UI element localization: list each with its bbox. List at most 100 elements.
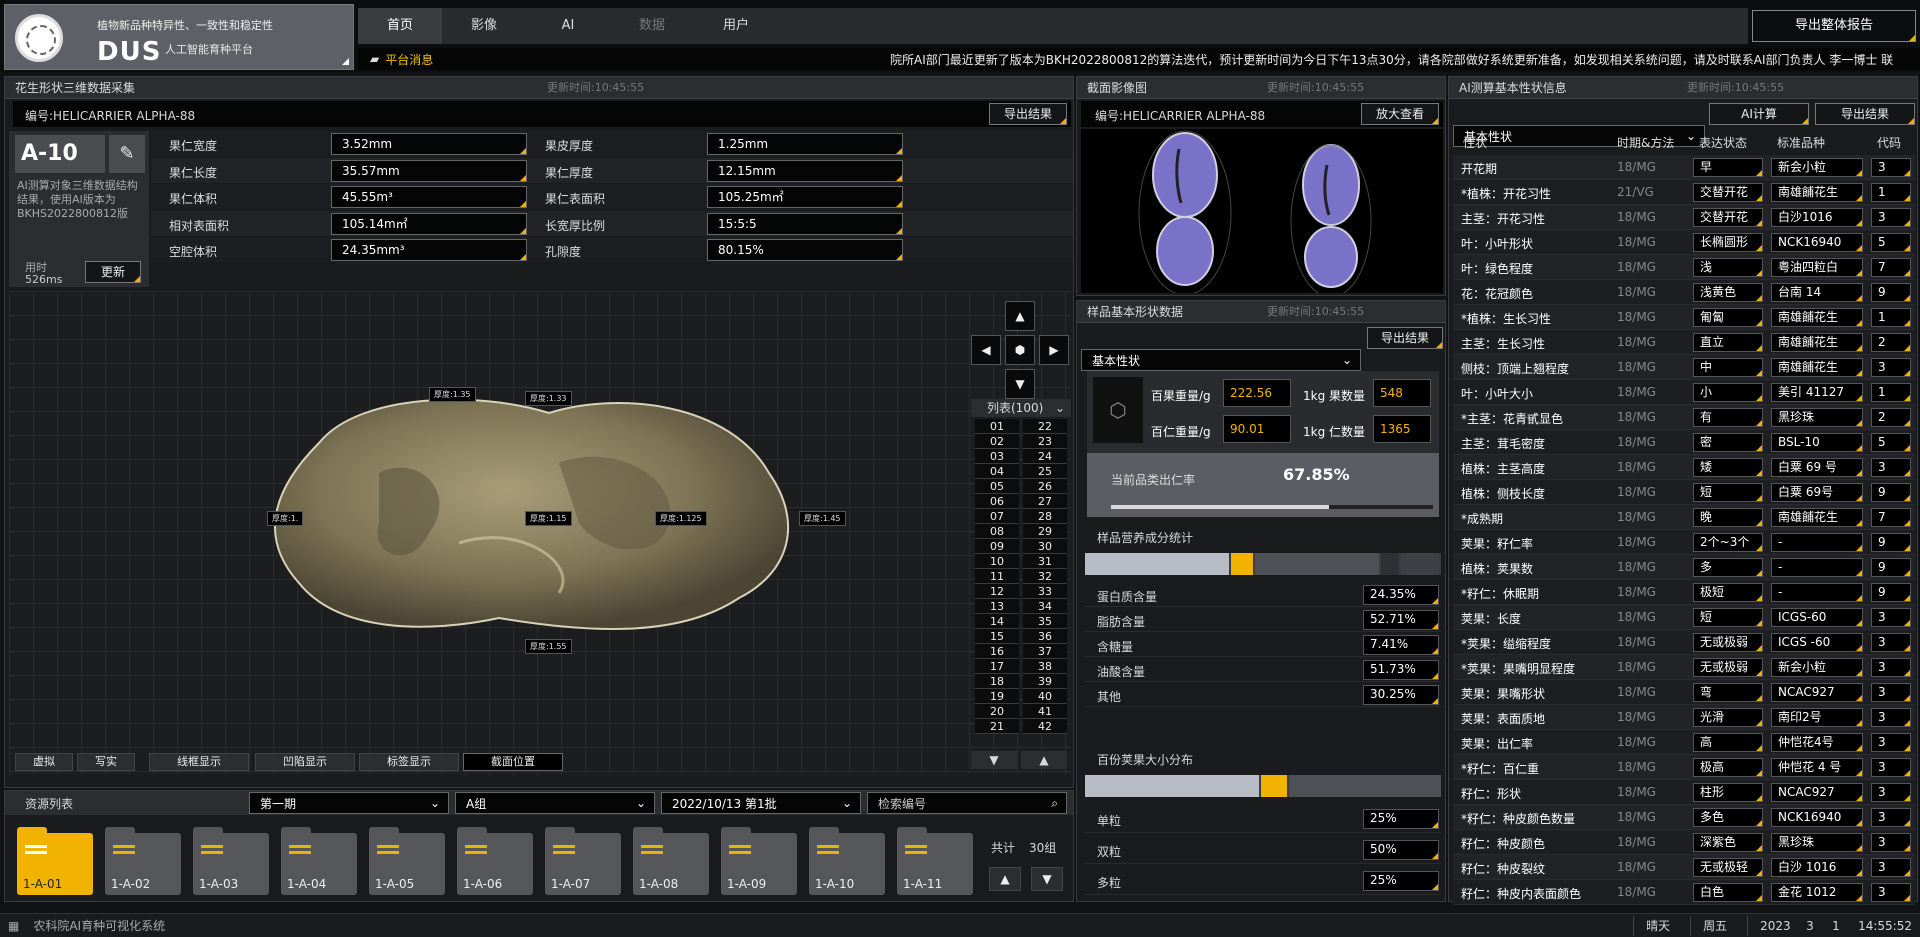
trait-row[interactable]: 荚果：果嘴形状 18/MG 弯 NCAC927 3 [1453,680,1915,705]
trait-row[interactable]: 荚果：出仁率 18/MG 高仲恺花4号 3 [1453,730,1915,755]
trait-row[interactable]: *植株：生长习性 18/MG 匍匐 南雄餔花生 1 [1453,305,1915,330]
trait-row[interactable]: 侧枝：顶端上翘程度 18/MG 中南雄餔花生 3 [1453,355,1915,380]
trait-row[interactable]: 植株：侧枝长度 18/MG 短白粟 69号 9 [1453,480,1915,505]
folder-item[interactable]: 1-A-10 [809,825,885,897]
sample-list-item[interactable]: 05 [975,479,1019,494]
thickness-tag[interactable]: 厚度:1. [267,511,304,526]
sample-list-item[interactable]: 04 [975,464,1019,479]
sample-list-item[interactable]: 39 [1023,674,1067,689]
sample-list-item[interactable]: 07 [975,509,1019,524]
sample-list-item[interactable]: 31 [1023,554,1067,569]
thickness-tag[interactable]: 厚度:1.45 [799,511,846,526]
sample-list-item[interactable]: 38 [1023,659,1067,674]
folder-item[interactable]: 1-A-06 [457,825,533,897]
trait-select[interactable]: 基本性状 ⌄ [1081,349,1361,371]
model-viewport[interactable]: 厚度:1.35 厚度:1.33 厚度:1. 厚度:1.15 厚度:1.125 厚… [9,291,1071,775]
sample-list-item[interactable]: 08 [975,524,1019,539]
folder-item[interactable]: 1-A-03 [193,825,269,897]
thickness-tag[interactable]: 厚度:1.35 [429,387,476,402]
trait-row[interactable]: 荚果：表面质地 18/MG 光滑 南印2号 3 [1453,705,1915,730]
rotate-left-button[interactable]: ◀ [971,335,1001,365]
page-up-button[interactable]: ▲ [989,867,1021,891]
export-report-button[interactable]: 导出整体报告 [1752,10,1916,42]
sample-list-item[interactable]: 13 [975,599,1019,614]
realistic-view-button[interactable]: 写实 [77,753,135,771]
trait-row[interactable]: *成熟期 18/MG 晚南雄餔花生 7 [1453,505,1915,530]
sample-list-item[interactable]: 40 [1023,689,1067,704]
edit-icon[interactable]: ✎ [109,135,145,173]
sample-list-header[interactable]: 列表(100) ⌄ [971,399,1071,417]
thickness-tag[interactable]: 厚度:1.33 [525,391,572,406]
page-down-button[interactable]: ▼ [1031,867,1063,891]
sample-list-item[interactable]: 14 [975,614,1019,629]
sample-list-item[interactable]: 06 [975,494,1019,509]
sample-list-item[interactable]: 22 [1023,419,1067,434]
trait-row[interactable]: 籽仁：种皮颜色 18/MG 深紫色 黑珍珠 3 [1453,830,1915,855]
sample-list-item[interactable]: 16 [975,644,1019,659]
rotate-down-button[interactable]: ▼ [1005,369,1035,399]
sample-list-item[interactable]: 34 [1023,599,1067,614]
rotate-up-button[interactable]: ▲ [1005,301,1035,331]
sample-list-item[interactable]: 10 [975,554,1019,569]
trait-row[interactable]: *植株：开花习性 21/VG 交替开花 南雄餔花生 1 [1453,180,1915,205]
trait-row[interactable]: 籽仁：种皮裂纹 18/MG 无或极轻 白沙 1016 3 [1453,855,1915,880]
trait-row[interactable]: *主茎：花青甙显色 18/MG 有黑珍珠 2 [1453,405,1915,430]
sample-list-item[interactable]: 11 [975,569,1019,584]
sample-list-item[interactable]: 19 [975,689,1019,704]
sample-list-item[interactable]: 27 [1023,494,1067,509]
label-display-button[interactable]: 标签显示 [359,753,459,771]
sample-list-item[interactable]: 35 [1023,614,1067,629]
folder-item[interactable]: 1-A-09 [721,825,797,897]
trait-row[interactable]: 主茎：开花习性 18/MG 交替开花 白沙1016 3 [1453,205,1915,230]
trait-row[interactable]: 籽仁：形状 18/MG 柱形 NCAC927 3 [1453,780,1915,805]
sample-list-item[interactable]: 30 [1023,539,1067,554]
sample-list-item[interactable]: 09 [975,539,1019,554]
dent-display-button[interactable]: 凹陷显示 [255,753,355,771]
folder-item[interactable]: 1-A-01 [17,825,93,897]
cross-section-image[interactable] [1081,129,1443,293]
folder-item[interactable]: 1-A-07 [545,825,621,897]
sample-list-item[interactable]: 03 [975,449,1019,464]
rotate-right-button[interactable]: ▶ [1039,335,1069,365]
period-select[interactable]: 第一期 ⌄ [249,792,449,814]
folder-item[interactable]: 1-A-11 [897,825,973,897]
sample-list-item[interactable]: 25 [1023,464,1067,479]
list-up-button[interactable]: ▲ [1021,751,1067,769]
batch-select[interactable]: 2022/10/13 第1批 ⌄ [661,792,861,814]
nav-ai[interactable]: AI [526,8,610,44]
group-select[interactable]: A组 ⌄ [455,792,655,814]
sample-list-item[interactable]: 28 [1023,509,1067,524]
code-search-input[interactable]: 检索编号 ⌕ [867,792,1067,814]
trait-row[interactable]: *籽仁：种皮颜色数量 18/MG 多色 NCK16940 3 [1453,805,1915,830]
export-result-button[interactable]: 导出结果 [1815,103,1915,125]
thickness-tag[interactable]: 厚度:1.55 [525,639,572,654]
sample-list-item[interactable]: 17 [975,659,1019,674]
list-down-button[interactable]: ▼ [971,751,1017,769]
trait-row[interactable]: 植株：荚果数 18/MG 多 -9 [1453,555,1915,580]
cube-reset-icon[interactable]: ⬢ [1005,335,1035,365]
wireframe-button[interactable]: 线框显示 [149,753,249,771]
trait-row[interactable]: *籽仁：休眠期 18/MG 极短 -9 [1453,580,1915,605]
sample-list-item[interactable]: 32 [1023,569,1067,584]
sample-list-item[interactable]: 33 [1023,584,1067,599]
trait-row[interactable]: *籽仁：百仁重 18/MG 极高 仲恺花 4 号 3 [1453,755,1915,780]
trait-row[interactable]: 植株：主茎高度 18/MG 矮白粟 69 号 3 [1453,455,1915,480]
trait-row[interactable]: 叶：绿色程度 18/MG 浅粤油四粒白 7 [1453,255,1915,280]
sample-list-item[interactable]: 23 [1023,434,1067,449]
sample-list-item[interactable]: 15 [975,629,1019,644]
folder-item[interactable]: 1-A-02 [105,825,181,897]
section-position-button[interactable]: 截面位置 [463,753,563,771]
thickness-tag[interactable]: 厚度:1.125 [655,511,707,526]
sample-list-item[interactable]: 42 [1023,719,1067,734]
nav-user[interactable]: 用户 [694,8,778,44]
zoom-view-button[interactable]: 放大查看 [1361,103,1439,125]
trait-row[interactable]: 开花期 18/MG 早新会小粒 3 [1453,155,1915,180]
sample-list-item[interactable]: 24 [1023,449,1067,464]
sample-list-item[interactable]: 29 [1023,524,1067,539]
sample-list-item[interactable]: 12 [975,584,1019,599]
trait-row[interactable]: 主茎：茸毛密度 18/MG 密 BSL-10 5 [1453,430,1915,455]
update-button[interactable]: 更新 [85,261,141,283]
sample-list-item[interactable]: 21 [975,719,1019,734]
trait-row[interactable]: 主茎：生长习性 18/MG 直立 南雄餔花生 2 [1453,330,1915,355]
sample-list-item[interactable]: 18 [975,674,1019,689]
